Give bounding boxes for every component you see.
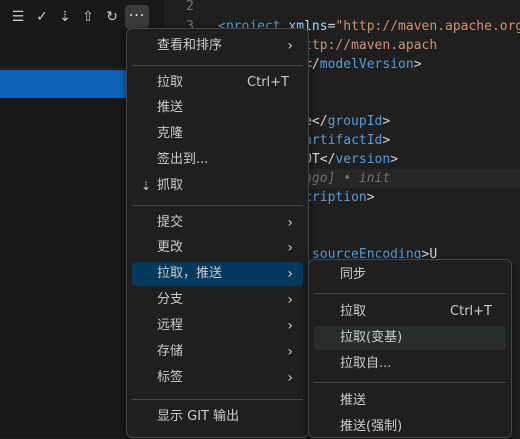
code-token: modelVersion (319, 57, 414, 72)
menu-item[interactable]: 同步 (314, 263, 506, 287)
chevron-right-icon: › (287, 215, 293, 231)
menu-item[interactable]: 分支 › (132, 288, 303, 312)
menu-item-label: 同步 (340, 267, 367, 282)
chevron-right-icon: › (287, 240, 293, 256)
code-token: "http://maven.apach (288, 38, 438, 53)
chevron-right-icon: › (287, 370, 293, 386)
menu-item-label: 克隆 (157, 126, 184, 141)
menu-item-label: 分支 (157, 292, 184, 307)
code-token: version (335, 152, 391, 167)
menu-item[interactable]: 克隆 (132, 122, 303, 146)
menu-item[interactable]: 远程 › (132, 314, 303, 338)
chevron-right-icon: › (287, 292, 293, 308)
chevron-right-icon: › (287, 318, 293, 334)
menu-separator (314, 382, 506, 383)
menu-item[interactable]: 推送 (132, 96, 303, 120)
menu-item[interactable]: ⇣ 抓取 (132, 174, 303, 198)
menu-item-label: 推送(强制) (340, 419, 403, 434)
code-token: artifactId (304, 133, 383, 148)
menu-item[interactable]: 拉取，推送 › (132, 262, 303, 286)
menu-item-label: 提交 (157, 215, 184, 230)
check-icon[interactable]: ✓ (34, 9, 50, 25)
arrow-down-icon[interactable]: ⇣ (57, 9, 73, 25)
menu-item-label: 拉取 (157, 75, 184, 90)
menu-item[interactable]: 标签 › (132, 366, 303, 390)
scm-more-actions-menu: 查看和排序 › 拉取 Ctrl+T 推送 克隆 签出到... ⇣ 抓取 提交 › 更改 › 拉取，推送 › 分… (126, 28, 309, 438)
menu-item-label: 查看和排序 (157, 38, 223, 53)
code-token: > (366, 190, 375, 205)
code-line: 2 (164, 0, 520, 16)
menu-item-label: 远程 (157, 318, 184, 333)
menu-item-label: 拉取 (340, 304, 367, 319)
menu-item-label: 更改 (157, 240, 184, 255)
menu-separator (132, 65, 303, 66)
menu-item[interactable]: 推送(强制) (314, 415, 506, 439)
menu-item-shortcut: Ctrl+T (450, 304, 492, 319)
menu-item[interactable]: 拉取自... (314, 352, 506, 376)
menu-item-label: 拉取自... (340, 356, 392, 371)
menu-item-label: 存储 (157, 344, 184, 359)
menu-item[interactable]: 提交 › (132, 211, 303, 235)
menu-item[interactable]: 拉取 Ctrl+T (132, 71, 303, 95)
more-actions-button[interactable]: ··· (125, 5, 149, 29)
menu-item-label: 标签 (157, 370, 184, 385)
chevron-right-icon: › (287, 344, 293, 360)
list-icon[interactable]: ☰ (10, 9, 26, 25)
line-number: 2 (186, 0, 194, 14)
menu-separator (132, 205, 303, 206)
menu-item[interactable]: 更改 › (132, 236, 303, 260)
menu-item[interactable]: 显示 GIT 输出 (132, 405, 303, 429)
menu-item[interactable]: 拉取 Ctrl+T (314, 300, 506, 324)
code-token: groupId (327, 114, 383, 129)
menu-item[interactable]: 存储 › (132, 340, 303, 364)
code-token: > (382, 133, 391, 148)
menu-item-label: 拉取(变基) (340, 330, 403, 345)
code-token: > (382, 114, 391, 129)
menu-item-label: 推送 (340, 393, 367, 408)
code-token: > (413, 57, 422, 72)
code-token: > (390, 152, 399, 167)
menu-item[interactable]: 推送 (314, 389, 506, 413)
menu-item[interactable]: 查看和排序 › (132, 34, 303, 58)
fetch-arrow-icon: ⇣ (141, 179, 152, 193)
commit-button[interactable] (0, 70, 135, 98)
menu-item-shortcut: Ctrl+T (247, 75, 289, 90)
menu-item[interactable]: 签出到... (132, 148, 303, 172)
share-icon[interactable]: ⇧ (80, 9, 96, 25)
menu-item-label: 拉取，推送 (157, 266, 223, 281)
menu-item-label: 推送 (157, 100, 184, 115)
menu-item-label: 签出到... (157, 152, 209, 167)
code-token: "http://maven.apache.org (335, 19, 520, 34)
menu-separator (314, 293, 506, 294)
chevron-right-icon: › (287, 266, 293, 282)
refresh-icon[interactable]: ↻ (104, 9, 120, 25)
menu-item[interactable]: 拉取(变基) (314, 326, 506, 350)
chevron-right-icon: › (287, 38, 293, 54)
menu-item-label: 抓取 (157, 178, 184, 193)
menu-separator (132, 399, 303, 400)
pull-push-submenu: 同步拉取 Ctrl+T 拉取(变基) 拉取自... 推送推送(强制) (308, 259, 512, 438)
menu-item-label: 显示 GIT 输出 (157, 409, 240, 424)
